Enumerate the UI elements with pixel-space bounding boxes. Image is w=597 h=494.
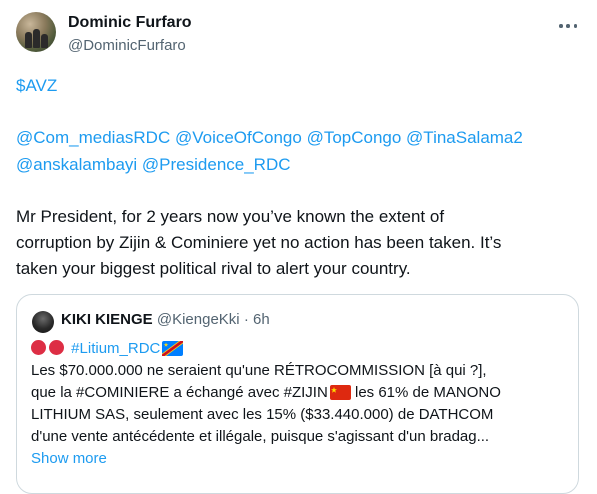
- quoted-text-line: Les $70.000.000 ne seraient qu'une RÉTRO…: [31, 362, 487, 379]
- china-flag-icon: [329, 385, 351, 400]
- show-more-link[interactable]: Show more: [31, 449, 107, 469]
- avatar-figure: [41, 34, 48, 48]
- tweet-text-line: corruption by Zijin & Cominiere yet no a…: [16, 233, 502, 252]
- drc-flag-icon: [162, 341, 184, 356]
- quoted-author-row: KIKI KIENGE @KiengeKki · 6h: [61, 310, 270, 330]
- tweet-text-line: taken your biggest political rival to al…: [16, 259, 411, 278]
- cashtag-link[interactable]: $AVZ: [16, 74, 57, 98]
- quoted-text-line: LITHIUM SAS, seulement avec les 15% ($33…: [31, 406, 494, 423]
- quoted-author-handle: @KiengeKki: [156, 311, 240, 328]
- avatar-figure: [33, 29, 40, 48]
- mentions-line[interactable]: @anskalambayi @Presidence_RDC: [16, 153, 291, 177]
- quoted-text-line: que la #COMINIERE a échangé avec #ZIJIN …: [31, 383, 501, 403]
- quoted-tweet[interactable]: KIKI KIENGE @KiengeKki · 6h #Litium_RDC …: [16, 294, 579, 494]
- quoted-timestamp: · 6h: [243, 311, 270, 328]
- quoted-author-avatar: [32, 311, 54, 333]
- author-handle[interactable]: @DominicFurfaro: [68, 36, 186, 56]
- author-name[interactable]: Dominic Furfaro: [68, 13, 192, 33]
- quoted-text-line: d'une vente antécédente et illégale, pui…: [31, 428, 490, 445]
- red-circle-icon: [49, 340, 64, 355]
- quoted-author-name: KIKI KIENGE: [61, 311, 153, 328]
- more-horizontal-icon[interactable]: [556, 16, 580, 36]
- quoted-text-segment: les 61% de MANONO: [350, 384, 501, 401]
- avatar-figure: [25, 32, 32, 48]
- red-circle-icon: [31, 340, 46, 355]
- quoted-text-segment: que la #COMINIERE a échangé avec #ZIJIN: [31, 384, 328, 401]
- hashtag-link[interactable]: #Litium_RDC: [71, 340, 160, 357]
- mentions-line[interactable]: @Com_mediasRDC @VoiceOfCongo @TopCongo @…: [16, 126, 523, 150]
- author-avatar[interactable]: [16, 12, 56, 52]
- tweet-text-line: Mr President, for 2 years now you’ve kno…: [16, 207, 445, 226]
- quoted-text-line: #Litium_RDC: [31, 339, 184, 359]
